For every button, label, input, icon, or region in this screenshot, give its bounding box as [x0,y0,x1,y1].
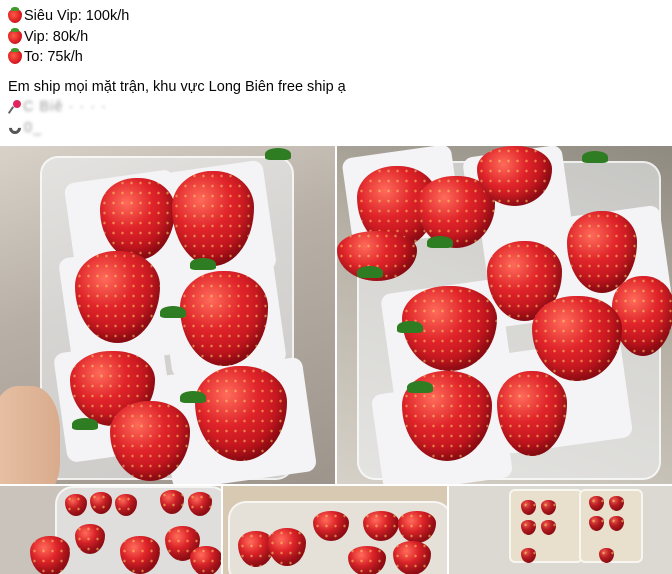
strawberries-photo-2[interactable] [337,146,672,484]
price-line-super-vip: Siêu Vip: 100k/h [8,6,668,27]
strawberries-photo-1[interactable] [0,146,335,484]
address-text: C Biê · · · · [23,99,107,115]
price-super-vip: Siêu Vip: 100k/h [24,8,130,24]
address-line: C Biê · · · · [8,97,668,118]
strawberries-photo-3[interactable] [0,486,221,574]
telephone-icon [8,121,22,135]
shipping-line: Em ship mọi mặt trận, khu vực Long Biên … [8,77,668,98]
price-line-large: To: 75k/h [8,47,668,68]
strawberries-photo-5[interactable] [449,486,672,574]
post-text: Siêu Vip: 100k/h Vip: 80k/h To: 75k/h Em… [8,6,668,138]
hand [0,386,60,484]
price-vip: Vip: 80k/h [24,28,89,45]
pushpin-icon [8,100,21,114]
price-line-vip: Vip: 80k/h [8,27,668,48]
strawberry-icon [8,7,22,24]
strawberry-icon [8,48,22,65]
shipping-text: Em ship mọi mặt trận, khu vực Long Biên … [8,78,346,95]
phone-line: 0_ [8,118,668,139]
strawberries-photo-4[interactable] [223,486,447,574]
strawberry-icon [8,27,22,44]
phone-text: 0_ [24,119,43,136]
price-large: To: 75k/h [24,49,83,65]
